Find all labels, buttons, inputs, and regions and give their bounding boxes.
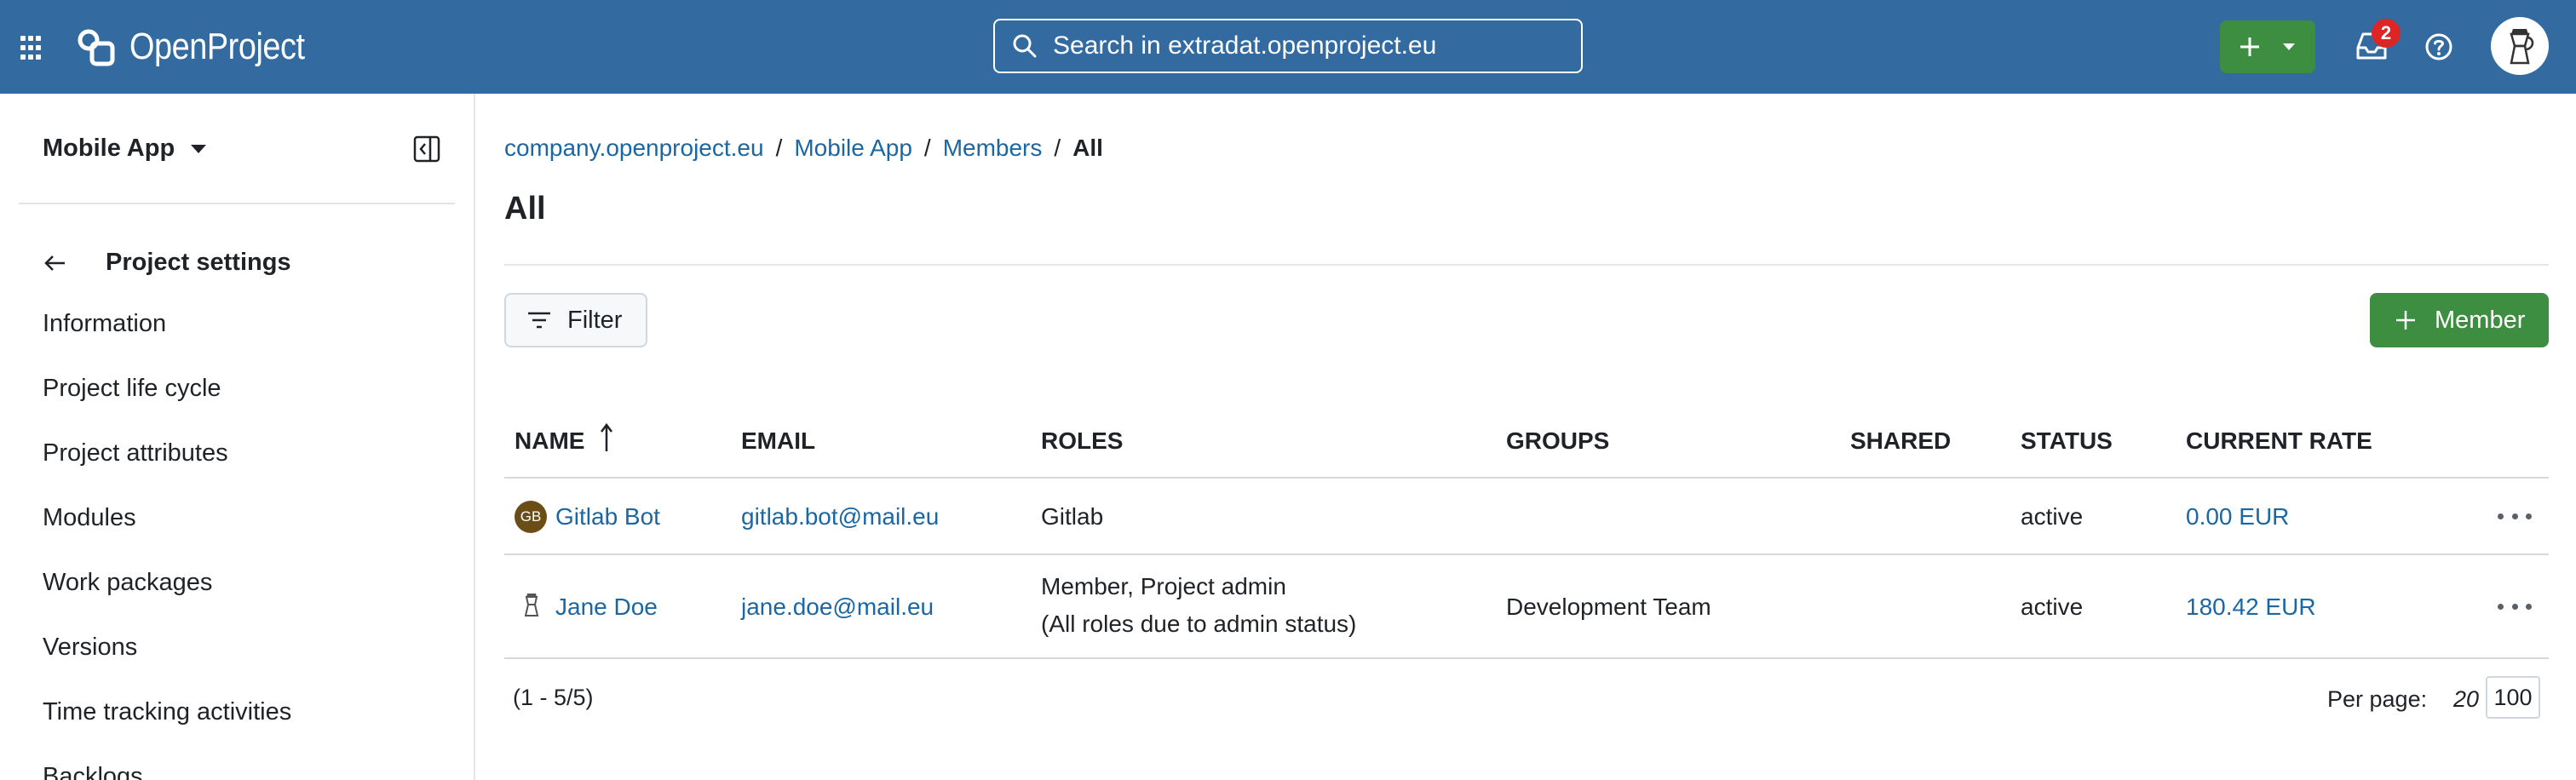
search-icon (1013, 34, 1037, 58)
collapse-sidebar-icon[interactable] (412, 135, 441, 163)
per-page-label: Per page: (2327, 686, 2428, 712)
sidebar-item-project-attributes[interactable]: Project attributes (43, 439, 228, 467)
column-header-email[interactable]: EMAIL (741, 427, 815, 455)
openproject-logo[interactable]: OpenProject (75, 22, 333, 72)
plus-icon (2396, 311, 2415, 330)
filter-icon (528, 312, 550, 329)
back-to-project-button[interactable]: Project settings (43, 249, 291, 277)
caret-down-icon (191, 144, 207, 153)
column-header-roles[interactable]: ROLES (1041, 427, 1123, 455)
sidebar-item-project-life-cycle[interactable]: Project life cycle (43, 375, 221, 403)
column-header-status[interactable]: STATUS (2021, 427, 2113, 455)
member-rate-link[interactable]: 180.42 EUR (2186, 589, 2316, 625)
search-placeholder: Search in extradat.openproject.eu (1053, 32, 1437, 60)
column-header-name[interactable]: NAME (515, 427, 584, 455)
sidebar-item-work-packages[interactable]: Work packages (43, 569, 212, 597)
add-member-button[interactable]: Member (2370, 293, 2549, 347)
column-header-name-label: NAME (515, 427, 585, 454)
sidebar-item-modules[interactable]: Modules (43, 504, 136, 532)
sidebar-item-information[interactable]: Information (43, 310, 166, 338)
member-rate-link[interactable]: 0.00 EUR (2186, 499, 2289, 535)
moka-pot-avatar-icon (524, 594, 539, 617)
breadcrumb-separator: / (1054, 135, 1061, 161)
member-groups: Development Team (1506, 594, 1711, 620)
modules-menu-icon[interactable] (20, 36, 46, 61)
moka-pot-avatar-icon (2510, 29, 2534, 65)
breadcrumb-link-instance[interactable]: company.openproject.eu (504, 135, 764, 162)
member-name-link[interactable]: Jane Doe (555, 589, 658, 625)
member-email-link[interactable]: gitlab.bot@mail.eu (741, 499, 939, 535)
title-divider (504, 264, 2549, 266)
breadcrumb-link-members[interactable]: Members (943, 135, 1043, 162)
logo-text: OpenProject (129, 26, 305, 67)
filter-label: Filter (567, 306, 623, 334)
breadcrumb-separator: / (923, 135, 931, 161)
sidebar-section-title: Project settings (106, 249, 291, 276)
notification-badge: 2 (2372, 19, 2401, 48)
sidebar-divider (19, 203, 455, 204)
avatar: GB (515, 501, 547, 533)
caret-down-icon (2283, 43, 2295, 50)
sidebar-item-backlogs[interactable]: Backlogs (43, 763, 143, 780)
help-icon[interactable] (2424, 32, 2453, 61)
member-name-link[interactable]: Gitlab Bot (555, 499, 660, 535)
plus-icon (2240, 37, 2259, 56)
member-roles: Gitlab (1041, 503, 1104, 530)
row-actions-more-icon[interactable] (2498, 511, 2532, 521)
member-email-link[interactable]: jane.doe@mail.eu (741, 589, 934, 625)
arrow-left-icon (44, 255, 65, 271)
breadcrumb: company.openproject.eu / Mobile App / Me… (504, 135, 1103, 162)
page-title: All (504, 191, 546, 227)
global-search-input[interactable]: Search in extradat.openproject.eu (993, 19, 1583, 73)
create-button[interactable] (2220, 20, 2315, 73)
openproject-logo-icon (78, 29, 115, 66)
sort-ascending-icon[interactable] (598, 422, 615, 453)
top-header: OpenProject Search in extradat.openproje… (0, 0, 2576, 94)
column-header-groups[interactable]: GROUPS (1506, 427, 1609, 455)
add-member-label: Member (2435, 306, 2526, 334)
pagination-range: (1 - 5/5) (513, 685, 594, 710)
project-switcher[interactable]: Mobile App (43, 135, 207, 163)
member-roles: Member, Project admin (1041, 573, 1286, 599)
member-status: active (2021, 503, 2084, 530)
table-row-divider (504, 553, 2549, 555)
filter-button[interactable]: Filter (504, 293, 647, 347)
breadcrumb-separator: / (775, 135, 783, 161)
member-roles-note: (All roles due to admin status) (1041, 611, 1357, 637)
row-actions-more-icon[interactable] (2498, 601, 2532, 611)
table-header-divider (504, 477, 2549, 479)
column-header-shared[interactable]: SHARED (1850, 427, 1951, 455)
sidebar-item-time-tracking-activities[interactable]: Time tracking activities (43, 698, 291, 726)
project-sidebar: Mobile App Project settings Information … (0, 94, 475, 780)
user-avatar[interactable] (2491, 17, 2549, 75)
per-page-option-20[interactable]: 20 (2453, 686, 2479, 713)
per-page-option-100[interactable]: 100 (2486, 676, 2540, 719)
breadcrumb-link-project[interactable]: Mobile App (794, 135, 912, 162)
table-row-divider (504, 657, 2549, 659)
breadcrumb-current: All (1072, 135, 1103, 161)
column-header-current-rate[interactable]: CURRENT RATE (2186, 427, 2372, 455)
member-status: active (2021, 594, 2084, 620)
project-name: Mobile App (43, 135, 175, 162)
sidebar-item-versions[interactable]: Versions (43, 634, 137, 662)
